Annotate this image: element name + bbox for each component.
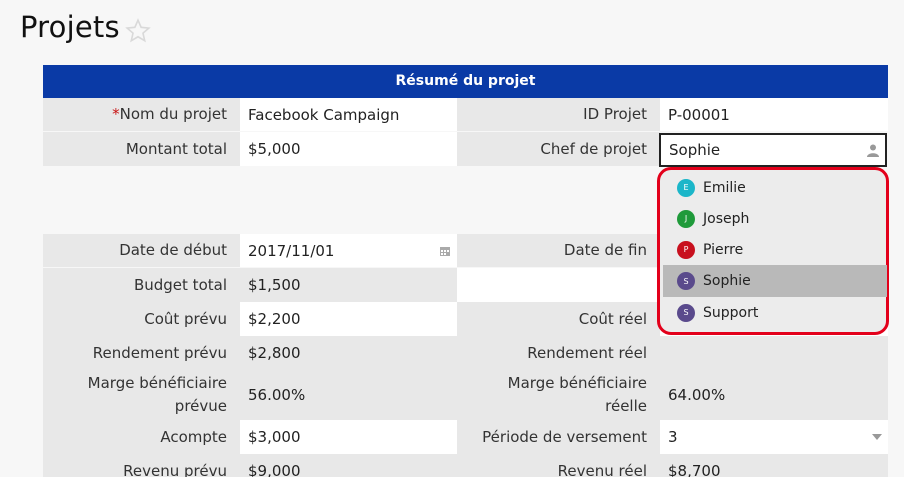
dropdown-option-sophie[interactable]: S Sophie	[663, 265, 887, 297]
calendar-icon[interactable]	[439, 245, 451, 257]
planned-return-value: $2,800	[240, 336, 457, 370]
project-name-field[interactable]: Facebook Campaign	[240, 98, 457, 131]
avatar: J	[677, 209, 695, 228]
label-total-budget: Budget total	[43, 268, 240, 302]
dropdown-option-joseph[interactable]: J Joseph	[663, 203, 887, 234]
option-label: Sophie	[703, 273, 751, 289]
project-manager-input[interactable]: Sophie	[659, 133, 887, 167]
planned-revenue-value: $9,000	[240, 454, 457, 477]
option-label: Emilie	[703, 179, 746, 196]
start-date-value: 2017/11/01	[248, 241, 335, 260]
start-date-field[interactable]: 2017/11/01	[240, 234, 457, 267]
label-project-manager: Chef de projet	[457, 132, 660, 166]
label-start-date: Date de début	[43, 234, 240, 267]
label-actual-revenue: Revenu réel	[457, 454, 660, 477]
page-title: Projets	[20, 10, 120, 44]
dropdown-option-pierre[interactable]: P Pierre	[663, 234, 887, 265]
label-line: réelle	[605, 397, 647, 415]
payment-period-select[interactable]: 3	[660, 420, 888, 454]
row-planned-return: Rendement prévu $2,800 Rendement réel	[43, 336, 888, 370]
avatar: E	[677, 178, 695, 197]
total-amount-field[interactable]: $5,000	[240, 132, 457, 166]
user-icon[interactable]	[866, 143, 880, 157]
label-deposit: Acompte	[43, 420, 240, 454]
row-margin: Marge bénéficiaire prévue 56.00% Marge b…	[43, 370, 888, 420]
label-end-date: Date de fin	[457, 234, 660, 267]
label-planned-revenue: Revenu prévu	[43, 454, 240, 477]
option-label: Joseph	[703, 210, 750, 227]
dropdown-option-emilie[interactable]: E Emilie	[663, 172, 887, 203]
label-project-name: * Nom du projet	[43, 98, 240, 131]
empty-cell	[457, 268, 660, 302]
label-line: Marge bénéficiaire	[507, 374, 647, 392]
deposit-field[interactable]: $3,000	[240, 420, 457, 454]
project-id-value: P-00001	[660, 98, 888, 131]
dropdown-option-support[interactable]: S Support	[663, 297, 887, 328]
label-planned-cost: Coût prévu	[43, 302, 240, 336]
label-line: prévue	[174, 397, 227, 415]
payment-period-value: 3	[668, 428, 678, 446]
chevron-down-icon[interactable]	[872, 434, 882, 440]
planned-margin-value: 56.00%	[240, 370, 457, 420]
required-mark: *	[112, 105, 120, 123]
avatar: S	[677, 272, 695, 290]
actual-margin-value: 64.00%	[660, 370, 888, 420]
label-total-amount: Montant total	[43, 132, 240, 166]
row-project-name: * Nom du projet Facebook Campaign ID Proj…	[43, 98, 888, 132]
favorite-star-icon[interactable]	[125, 18, 151, 44]
avatar: S	[677, 303, 695, 322]
row-deposit: Acompte $3,000 Période de versement 3	[43, 420, 888, 454]
section-header: Résumé du projet	[43, 65, 888, 98]
label-planned-margin: Marge bénéficiaire prévue	[43, 370, 240, 420]
label-project-id: ID Projet	[457, 98, 660, 131]
project-manager-value: Sophie	[669, 141, 721, 159]
option-label: Pierre	[703, 241, 744, 258]
project-manager-dropdown: E Emilie J Joseph P Pierre S Sophie S Su…	[657, 167, 889, 335]
label-text: Nom du projet	[119, 105, 227, 123]
label-actual-return: Rendement réel	[457, 336, 660, 370]
label-actual-margin: Marge bénéficiaire réelle	[457, 370, 660, 420]
total-budget-value: $1,500	[240, 268, 457, 302]
label-payment-period: Période de versement	[457, 420, 660, 454]
label-planned-return: Rendement prévu	[43, 336, 240, 370]
row-revenue: Revenu prévu $9,000 Revenu réel $8,700	[43, 454, 888, 477]
option-label: Support	[703, 304, 759, 321]
planned-cost-field[interactable]: $2,200	[240, 302, 457, 336]
label-actual-cost: Coût réel	[457, 302, 660, 336]
actual-return-value	[660, 336, 888, 370]
label-line: Marge bénéficiaire	[87, 374, 227, 392]
avatar: P	[677, 240, 695, 259]
actual-revenue-value: $8,700	[660, 454, 888, 477]
